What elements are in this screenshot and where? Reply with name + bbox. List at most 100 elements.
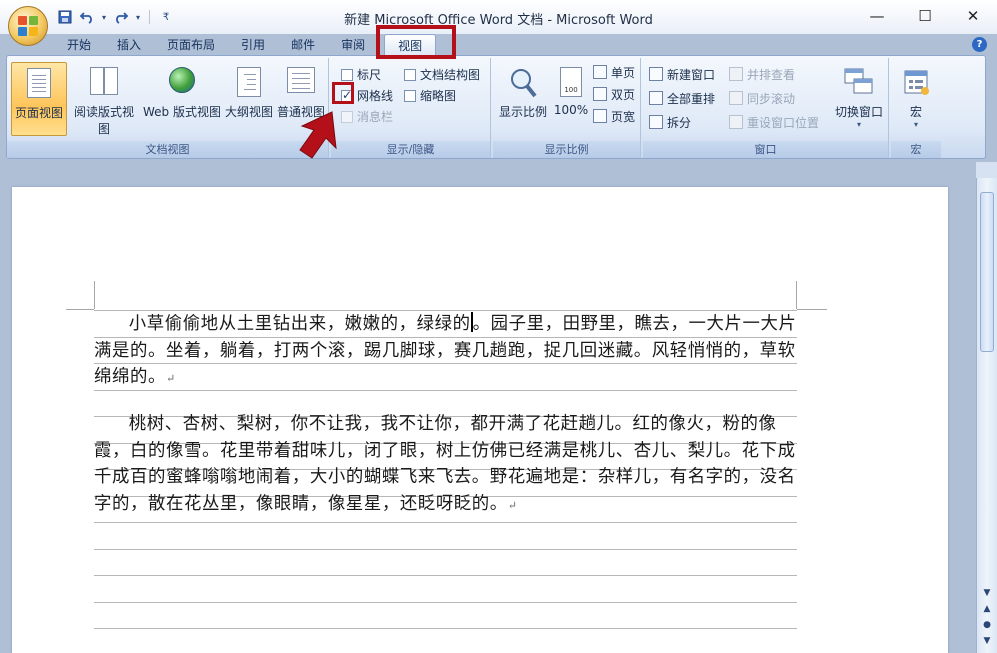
tab-references[interactable]: 引用 <box>228 34 278 56</box>
paragraph-mark-icon: ↵ <box>165 372 176 385</box>
two-pages-button[interactable]: 双页 <box>593 84 635 104</box>
zoom-group-label: 显示比例 <box>493 141 640 158</box>
reset-window-position-label: 重设窗口位置 <box>747 115 820 130</box>
web-layout-button[interactable]: Web 版式视图 <box>143 62 221 136</box>
tab-insert[interactable]: 插入 <box>104 34 154 56</box>
full-screen-reading-button[interactable]: 阅读版式视图 <box>69 62 139 136</box>
sync-scroll-icon <box>729 91 743 105</box>
page-width-button[interactable]: 页宽 <box>593 106 635 126</box>
arrange-all-icon <box>649 91 663 105</box>
macros-group-label: 宏 <box>891 141 941 158</box>
minimize-button[interactable]: — <box>853 0 901 32</box>
ruler-checkbox-row[interactable]: 标尺 <box>341 66 381 83</box>
ruler-checkbox[interactable] <box>341 68 353 81</box>
gridlines-label: 网格线 <box>357 89 394 103</box>
arrange-all-button[interactable]: 全部重排 <box>649 88 715 108</box>
doc-map-label: 文档结构图 <box>420 68 481 82</box>
select-browse-object-icon[interactable]: ● <box>980 618 994 632</box>
gridlines-checkbox-row[interactable]: 网格线 <box>341 87 393 104</box>
print-layout-label: 页面视图 <box>14 106 63 120</box>
two-pages-icon <box>593 87 607 101</box>
macros-icon <box>901 67 931 99</box>
redo-dropdown-icon[interactable]: ▾ <box>134 9 142 25</box>
margin-mark <box>66 309 94 310</box>
previous-page-icon[interactable]: ▲ <box>980 602 994 616</box>
customize-qat-icon[interactable]: ₹ <box>157 9 175 25</box>
tab-page-layout[interactable]: 页面布局 <box>154 34 228 56</box>
title-bar: ▾ ▾ ₹ 新建 Microsoft Office Word 文档 - Micr… <box>0 0 997 34</box>
new-window-icon <box>649 67 663 81</box>
zoom-100-icon: 100 <box>556 67 586 99</box>
split-button[interactable]: 拆分 <box>649 112 691 132</box>
vertical-scrollbar-thumb[interactable] <box>980 192 994 352</box>
draft-label: 普通视图 <box>276 105 325 119</box>
gridlines-checkbox[interactable] <box>341 88 353 102</box>
doc-map-checkbox[interactable] <box>404 68 416 81</box>
side-by-side-button: 并排查看 <box>729 64 795 84</box>
print-layout-icon <box>24 68 54 100</box>
thumbnails-checkbox-row[interactable]: 缩略图 <box>404 87 456 104</box>
zoom-button[interactable]: 显示比例 <box>495 62 551 136</box>
office-button[interactable] <box>8 6 48 46</box>
save-icon[interactable] <box>56 9 74 25</box>
gridline <box>94 522 797 523</box>
view-ruler-toggle-icon[interactable] <box>976 162 997 178</box>
arrange-all-label: 全部重排 <box>667 91 716 106</box>
vertical-scrollbar[interactable]: ▼ ▲ ● ▼ <box>976 178 997 653</box>
reset-window-position-button: 重设窗口位置 <box>729 112 819 132</box>
one-page-button[interactable]: 单页 <box>593 62 635 82</box>
window-controls: — ☐ ✕ <box>853 0 997 32</box>
page-width-icon <box>593 109 607 123</box>
scroll-down-arrow-icon[interactable]: ▼ <box>980 586 994 600</box>
margin-mark <box>94 281 95 309</box>
reset-window-position-icon <box>729 115 743 129</box>
message-bar-checkbox <box>341 110 353 123</box>
draft-button[interactable]: 普通视图 <box>273 62 329 136</box>
page-width-label: 页宽 <box>611 109 636 124</box>
thumbnails-checkbox[interactable] <box>404 89 416 102</box>
redo-icon[interactable] <box>112 9 130 25</box>
outline-label: 大纲视图 <box>224 105 273 119</box>
gridline <box>94 628 797 629</box>
two-pages-label: 双页 <box>611 87 636 102</box>
split-icon <box>649 115 663 129</box>
close-button[interactable]: ✕ <box>949 0 997 32</box>
window-group-label: 窗口 <box>643 141 888 158</box>
paragraph-2[interactable]: 桃树、杏树、梨树，你不让我，我不让你，都开满了花赶趟儿。红的像火，粉的像霞，白的… <box>94 411 799 519</box>
document-views-group-label: 文档视图 <box>7 141 328 158</box>
gridline <box>94 575 797 576</box>
macros-button[interactable]: 宏 ▾ <box>893 62 939 136</box>
tab-home[interactable]: 开始 <box>54 34 104 56</box>
tab-review[interactable]: 审阅 <box>328 34 378 56</box>
switch-windows-button[interactable]: 切换窗口 ▾ <box>831 62 887 136</box>
reading-layout-label: 阅读版式视图 <box>73 105 134 136</box>
side-by-side-icon <box>729 67 743 81</box>
side-by-side-label: 并排查看 <box>747 67 796 82</box>
document-page[interactable]: 小草偷偷地从土里钻出来，嫩嫩的，绿绿的 。园子里，田野里，瞧去，一大片一大片满是的… <box>12 187 948 653</box>
zoom-100-button[interactable]: 100 100% <box>549 62 593 136</box>
ruler-label: 标尺 <box>357 68 382 82</box>
ribbon: 页面视图 阅读版式视图 Web 版式视图 大纲视图 普通视图 文档视图 标尺 ✓… <box>6 55 986 159</box>
tab-mailings[interactable]: 邮件 <box>278 34 328 56</box>
maximize-button[interactable]: ☐ <box>901 0 949 32</box>
web-layout-label: Web 版式视图 <box>143 105 221 119</box>
tab-view[interactable]: 视图 <box>384 34 437 56</box>
draft-icon <box>286 67 316 99</box>
paragraph-1[interactable]: 小草偷偷地从土里钻出来，嫩嫩的，绿绿的 。园子里，田野里，瞧去，一大片一大片满是的… <box>94 311 799 393</box>
outline-button[interactable]: 大纲视图 <box>221 62 277 136</box>
print-layout-button[interactable]: 页面视图 <box>11 62 67 136</box>
message-bar-label: 消息栏 <box>357 110 394 124</box>
switch-windows-icon <box>844 67 874 99</box>
next-page-icon[interactable]: ▼ <box>980 634 994 648</box>
new-window-button[interactable]: 新建窗口 <box>649 64 715 84</box>
group-show-hide: 标尺 网格线 消息栏 文档结构图 缩略图 显示/隐藏 <box>331 58 491 158</box>
group-window: 新建窗口 全部重排 拆分 并排查看 同步滚动 重设窗口位置 切换窗口 ▾ 窗口 <box>643 58 889 158</box>
office-logo-icon <box>18 16 38 36</box>
undo-dropdown-icon[interactable]: ▾ <box>100 9 108 25</box>
doc-map-checkbox-row[interactable]: 文档结构图 <box>404 66 480 83</box>
gridline <box>94 549 797 550</box>
undo-icon[interactable] <box>78 9 96 25</box>
new-window-label: 新建窗口 <box>667 67 716 82</box>
switch-windows-label: 切换窗口 <box>834 105 883 119</box>
help-icon[interactable]: ? <box>972 37 987 52</box>
